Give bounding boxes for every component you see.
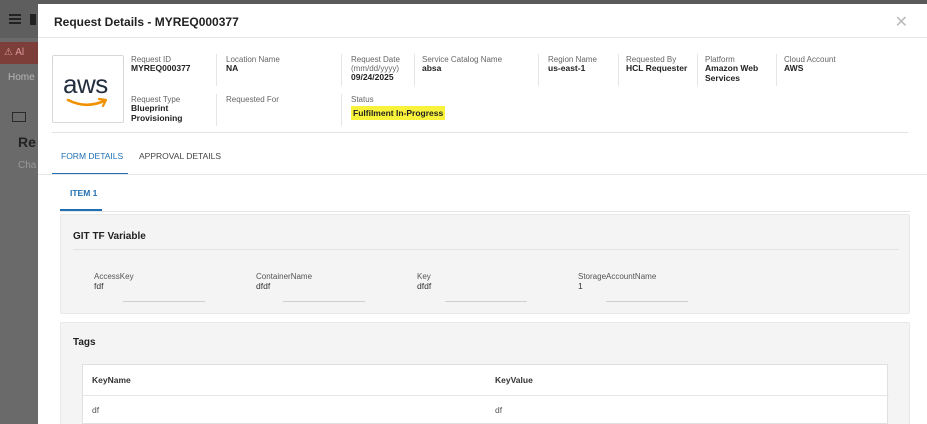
variable-underline xyxy=(606,301,688,302)
modal-header: Request Details - MYREQ000377 ✕ xyxy=(38,4,927,38)
request-details-modal: Request Details - MYREQ000377 ✕ aws Requ… xyxy=(38,4,927,424)
variable-key: Key dfdf xyxy=(417,272,431,291)
field-separator xyxy=(618,54,619,86)
variable-value: 1 xyxy=(578,281,583,291)
table-header-divider xyxy=(83,395,889,396)
field-request-date: Request Date (mm/dd/yyyy) 09/24/2025 xyxy=(351,55,400,83)
variable-underline xyxy=(123,301,205,302)
background-heading: Re xyxy=(18,134,36,150)
variable-underline xyxy=(283,301,365,302)
requested-by-value: HCL Requester xyxy=(626,63,688,73)
request-date-value: 09/24/2025 xyxy=(351,72,394,82)
platform-value-line2: Services xyxy=(705,72,740,83)
aws-smile-icon xyxy=(66,97,108,108)
field-separator xyxy=(341,54,342,86)
background-breadcrumb-home: Home xyxy=(8,72,35,83)
variable-storage-account-name: StorageAccountName 1 xyxy=(578,272,656,291)
variable-value: dfdf xyxy=(256,281,271,291)
status-label: Status xyxy=(351,95,374,104)
field-separator xyxy=(216,94,217,126)
field-requested-for: Requested For xyxy=(226,95,279,104)
variable-underline xyxy=(445,301,527,302)
requested-for-label: Requested For xyxy=(226,95,279,104)
close-icon[interactable]: ✕ xyxy=(895,12,908,32)
field-status: Status Fulfilment In-Progress xyxy=(351,95,446,120)
field-separator xyxy=(538,54,539,86)
request-id-value: MYREQ000377 xyxy=(131,63,191,73)
field-service-catalog-name: Service Catalog Name absa xyxy=(422,55,502,74)
modal-title: Request Details - MYREQ000377 xyxy=(54,15,239,29)
card-divider xyxy=(73,249,899,250)
tags-title: Tags xyxy=(73,337,96,348)
background-alert-banner: ⚠ Al xyxy=(0,42,38,64)
field-separator xyxy=(697,54,698,86)
item-tabs-divider xyxy=(60,211,910,212)
field-location-name: Location Name NA xyxy=(226,55,280,74)
column-header-keyname: KeyName xyxy=(92,375,131,385)
field-separator xyxy=(414,54,415,86)
field-separator xyxy=(216,54,217,86)
region-name-value: us-east-1 xyxy=(548,63,586,73)
background-subtext: Cha xyxy=(18,160,37,171)
background-logo-fragment xyxy=(30,14,36,25)
service-catalog-name-value: absa xyxy=(422,63,442,73)
column-header-keyvalue: KeyValue xyxy=(495,375,533,385)
request-date-label: Request Date xyxy=(351,55,400,64)
field-request-type: Request Type Blueprint Provisioning xyxy=(131,95,182,123)
git-tf-variable-title: GIT TF Variable xyxy=(73,231,146,242)
background-app: ⚠ Al Home Re Cha xyxy=(0,0,38,424)
field-cloud-account: Cloud Account AWS xyxy=(784,55,836,74)
variable-value: fdf xyxy=(94,281,104,291)
field-requested-by: Requested By HCL Requester xyxy=(626,55,687,74)
request-type-value-line2: Provisioning xyxy=(131,112,183,123)
field-platform: Platform Amazon Web Services xyxy=(705,55,758,83)
field-separator xyxy=(776,54,777,86)
location-name-value: NA xyxy=(226,63,239,73)
variable-label: ContainerName xyxy=(256,272,313,281)
field-region-name: Region Name us-east-1 xyxy=(548,55,597,74)
cloud-account-value: AWS xyxy=(784,63,804,73)
aws-logo: aws xyxy=(52,55,124,123)
table-cell-keyvalue: df xyxy=(495,405,503,415)
variable-container-name: ContainerName dfdf xyxy=(256,272,312,291)
status-badge: Fulfilment In-Progress xyxy=(351,106,446,120)
variable-label: StorageAccountName xyxy=(578,272,657,281)
tab-form-details[interactable]: FORM DETAILS xyxy=(61,151,123,161)
variable-label: AccessKey xyxy=(94,272,134,281)
tab-approval-details[interactable]: APPROVAL DETAILS xyxy=(139,151,221,161)
tags-table: KeyName KeyValue df df xyxy=(82,364,889,424)
field-request-id: Request ID MYREQ000377 xyxy=(131,55,191,74)
field-separator xyxy=(341,94,342,126)
variable-access-key: AccessKey fdf xyxy=(94,272,134,291)
variable-label: Key xyxy=(417,272,431,281)
tabs-divider xyxy=(38,174,927,175)
tab-item-1[interactable]: ITEM 1 xyxy=(70,188,97,198)
hamburger-menu-icon xyxy=(9,14,21,24)
details-divider xyxy=(52,132,908,133)
background-list-icon xyxy=(12,112,26,122)
table-cell-keyname: df xyxy=(92,405,100,415)
aws-logo-text: aws xyxy=(63,69,108,99)
variable-value: dfdf xyxy=(417,281,432,291)
git-tf-variable-card: GIT TF Variable AccessKey fdf ContainerN… xyxy=(60,214,910,314)
